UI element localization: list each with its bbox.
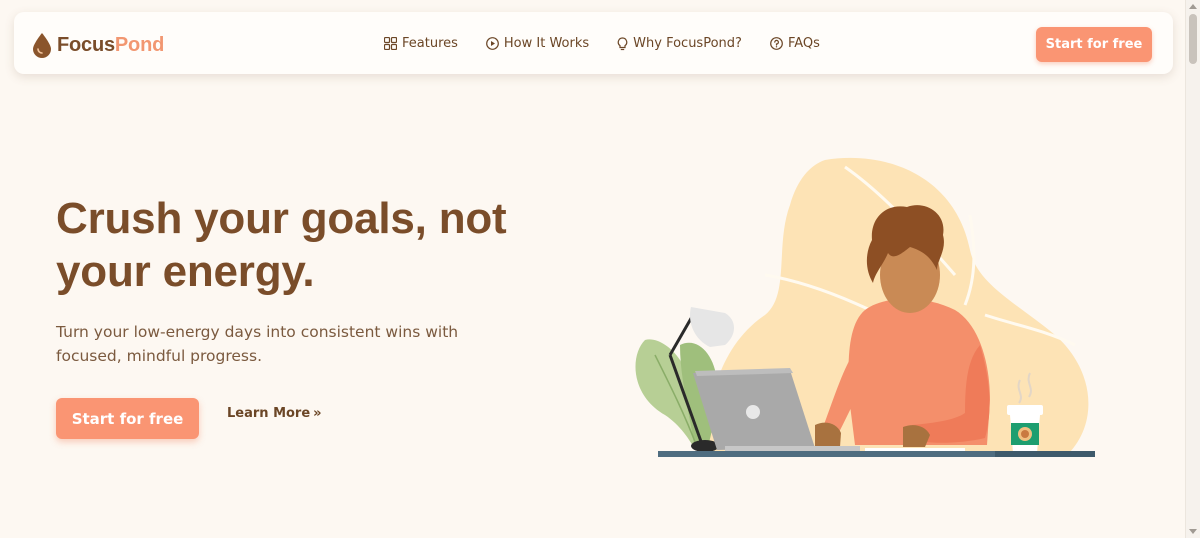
nav-item-how-it-works[interactable]: How It Works	[486, 36, 589, 51]
hero-subtitle: Turn your low-energy days into consisten…	[56, 323, 459, 365]
nav-start-for-free-button[interactable]: Start for free	[1036, 27, 1152, 62]
droplet-icon	[33, 33, 51, 58]
hero-start-for-free-button[interactable]: Start for free	[56, 398, 199, 439]
brand-name-pond: Pond	[114, 33, 165, 56]
grid-icon	[384, 37, 397, 50]
scroll-down-arrow-icon[interactable]	[1189, 529, 1197, 534]
main-nav: Features How It Works Why FocusPond? FAQ…	[384, 36, 848, 51]
brand-logo[interactable]: Focus Pond	[32, 32, 164, 58]
nav-item-label: FAQs	[787, 36, 820, 51]
nav-item-label: Why FocusPond?	[633, 36, 742, 51]
scroll-thumb[interactable]	[1189, 14, 1197, 64]
navbar: Focus Pond Features How It Works Why Foc…	[14, 12, 1173, 74]
learn-more-link[interactable]: Learn More »	[227, 406, 322, 421]
question-circle-icon	[770, 37, 783, 50]
nav-item-label: Features	[402, 36, 458, 51]
play-circle-icon	[486, 37, 499, 50]
double-chevron-right-icon: »	[313, 406, 322, 421]
brand-name-focus: Focus	[57, 33, 115, 56]
nav-item-why-focuspond[interactable]: Why FocusPond?	[617, 36, 742, 51]
scroll-up-arrow-icon[interactable]	[1189, 4, 1197, 9]
learn-more-label: Learn More	[227, 406, 311, 421]
lightbulb-icon	[617, 36, 628, 50]
page-scrollbar[interactable]	[1185, 0, 1200, 538]
hero-illustration	[635, 157, 1095, 457]
nav-item-faqs[interactable]: FAQs	[770, 36, 820, 51]
nav-item-label: How It Works	[503, 36, 590, 51]
nav-item-features[interactable]: Features	[384, 36, 458, 51]
hero-title: Crush your goals, not your energy.	[56, 194, 507, 296]
apple-logo-icon	[746, 405, 760, 419]
